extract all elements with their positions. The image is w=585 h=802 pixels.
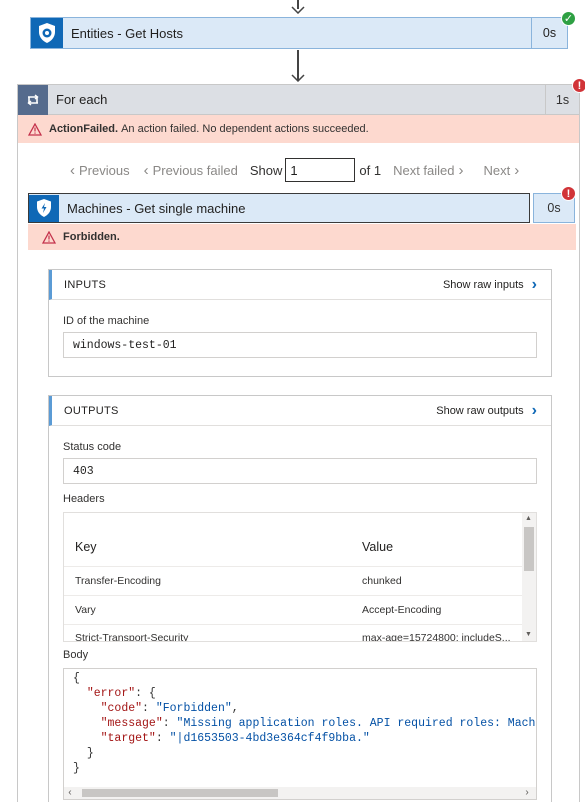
foreach-header[interactable]: For each 1s [18, 84, 579, 115]
foreach-title: For each [56, 92, 108, 107]
scrollbar-thumb[interactable] [524, 527, 534, 571]
chevron-right-icon: › [531, 275, 537, 293]
arrow-down-icon [291, 74, 305, 82]
step-entities-get-hosts[interactable]: Entities - Get Hosts 0s [30, 17, 568, 49]
column-header-key: Key [75, 540, 97, 554]
loop-icon [18, 84, 48, 115]
machine-id-value: windows-test-01 [63, 332, 537, 358]
defender-shield-icon [29, 194, 59, 222]
arrow-down-icon [291, 6, 305, 14]
table-header-row: Key Value [64, 513, 524, 567]
error-code: Forbidden. [63, 231, 120, 243]
field-label: Headers [63, 493, 105, 505]
table-row: Transfer-Encoding chunked [64, 567, 524, 596]
panel-title: INPUTS [64, 278, 107, 291]
scroll-down-icon[interactable]: ▼ [525, 631, 532, 638]
show-raw-inputs-link[interactable]: Show raw inputs › [443, 276, 537, 294]
foreach-container: For each 1s ActionFailed. An action fail… [17, 84, 580, 802]
inputs-panel-header: INPUTS Show raw inputs › [49, 270, 551, 300]
table-row: Vary Accept-Encoding [64, 596, 524, 625]
scroll-right-icon[interactable]: › [524, 786, 530, 799]
error-exclamation-icon: ! [572, 78, 585, 93]
field-label: ID of the machine [63, 315, 150, 327]
body-json-viewer: { "error": { "code": "Forbidden", "messa… [63, 668, 537, 800]
show-raw-outputs-link[interactable]: Show raw outputs › [436, 402, 537, 420]
status-code-value: 403 [63, 458, 537, 484]
step-title: Entities - Get Hosts [71, 25, 183, 41]
step-error-banner: Forbidden. [28, 224, 576, 250]
field-label: Body [63, 649, 89, 661]
chevron-right-icon: › [514, 161, 520, 179]
error-code: ActionFailed. [49, 123, 119, 135]
scroll-left-icon[interactable]: ‹ [67, 786, 73, 799]
panel-title: OUTPUTS [64, 404, 119, 417]
table-row: Strict-Transport-Security max-age=157248… [75, 632, 511, 642]
page-count-label: of 1 [359, 162, 382, 178]
error-message: An action failed. No dependent actions s… [121, 123, 369, 135]
step-machines-get-single-machine[interactable]: Machines - Get single machine [28, 193, 530, 223]
foreach-error-banner: ActionFailed. An action failed. No depen… [18, 115, 579, 143]
outputs-panel: OUTPUTS Show raw outputs › Status code 40… [48, 395, 552, 802]
show-label: Show [249, 162, 283, 178]
sentinel-shield-icon [31, 18, 63, 48]
chevron-left-icon: ‹ [143, 161, 149, 179]
column-header-value: Value [362, 540, 394, 554]
previous-button[interactable]: ‹ Previous [66, 162, 130, 179]
headers-vertical-scrollbar[interactable]: ▲ ▼ [522, 513, 536, 641]
warning-icon [28, 122, 42, 136]
outputs-panel-header: OUTPUTS Show raw outputs › [49, 396, 551, 426]
next-failed-button[interactable]: Next failed › [393, 162, 467, 179]
scrollbar-thumb[interactable] [82, 789, 278, 797]
inputs-panel: INPUTS Show raw inputs › ID of the machin… [48, 269, 552, 377]
scroll-up-icon[interactable]: ▲ [525, 515, 532, 522]
previous-failed-button[interactable]: ‹ Previous failed [140, 162, 238, 179]
error-exclamation-icon: ! [561, 186, 576, 201]
body-horizontal-scrollbar[interactable]: ‹ › [64, 786, 536, 799]
step-title: Machines - Get single machine [67, 200, 246, 216]
iteration-number-input[interactable] [285, 158, 356, 182]
chevron-right-icon: › [531, 401, 537, 419]
field-label: Status code [63, 441, 122, 453]
next-button[interactable]: Next › [484, 162, 524, 179]
warning-icon [42, 230, 56, 244]
iteration-pager: ‹Previous ‹Previous failed Show of 1 Nex… [18, 157, 581, 183]
chevron-left-icon: ‹ [70, 161, 75, 179]
success-check-icon: ✓ [561, 11, 576, 26]
chevron-right-icon: › [458, 161, 464, 179]
headers-table: Key Value Transfer-Encoding chunked Vary… [63, 512, 537, 642]
